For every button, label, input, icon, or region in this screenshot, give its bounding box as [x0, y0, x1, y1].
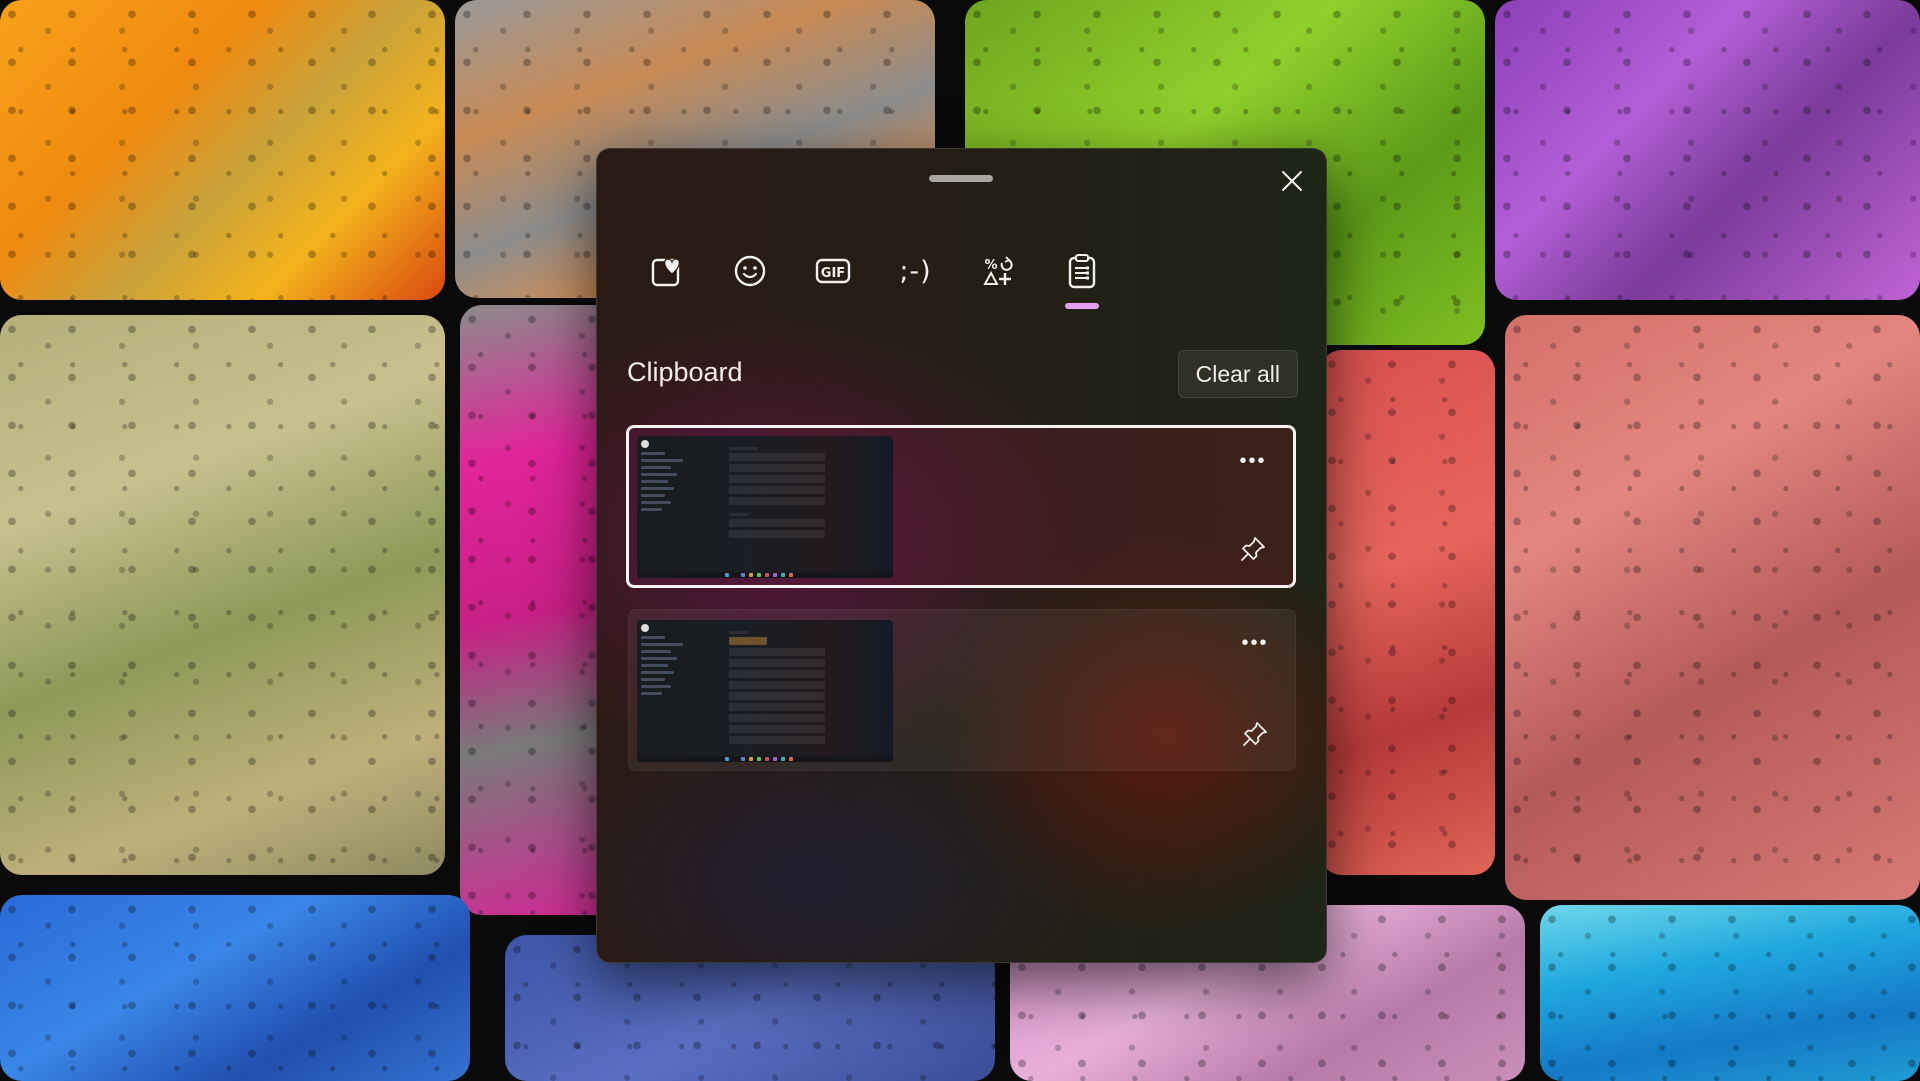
kaomoji-icon: ;-) — [899, 255, 932, 287]
clipboard-icon — [1068, 254, 1095, 289]
active-tab-indicator — [1064, 303, 1099, 309]
symbols-icon: % — [982, 256, 1013, 285]
drag-handle[interactable] — [929, 175, 993, 182]
clipboard-item[interactable]: ••• — [628, 609, 1296, 771]
tab-kaomoji[interactable]: ;-) — [874, 243, 957, 299]
tab-symbols[interactable]: % — [957, 243, 1040, 299]
gif-icon: GIF — [815, 258, 850, 284]
tab-gif[interactable]: GIF — [791, 243, 874, 299]
wallpaper-tile-khaki — [0, 315, 445, 875]
svg-text:GIF: GIF — [820, 266, 844, 281]
close-button[interactable] — [1274, 163, 1310, 199]
wallpaper-tile-purple — [1495, 0, 1920, 300]
wallpaper-tile-blue — [0, 895, 470, 1081]
pin-icon — [1243, 722, 1267, 746]
clipboard-item[interactable]: ••• — [626, 425, 1296, 588]
more-options-button[interactable]: ••• — [1237, 630, 1273, 656]
more-icon: ••• — [1241, 631, 1269, 654]
sticker-heart-icon — [651, 258, 680, 287]
section-title: Clipboard — [627, 357, 743, 387]
pin-button[interactable] — [1237, 716, 1273, 752]
wallpaper-tile-red — [1320, 350, 1495, 875]
wallpaper-tile-cyan — [1540, 905, 1920, 1081]
wallpaper-tile-orange — [0, 0, 445, 300]
clear-all-button[interactable]: Clear all — [1177, 350, 1298, 398]
emoji-clipboard-panel: GIF ;-) % Clipboard Clear all ••• ••• — [596, 148, 1327, 963]
clipboard-item-thumbnail — [637, 620, 893, 762]
clipboard-item-thumbnail — [637, 436, 893, 578]
tab-clipboard[interactable] — [1040, 243, 1123, 309]
wallpaper-tile-pink — [1505, 315, 1920, 900]
more-icon: ••• — [1239, 449, 1267, 472]
category-tabs: GIF ;-) % — [625, 243, 1123, 315]
smiley-icon — [734, 255, 765, 287]
svg-text:%: % — [984, 258, 997, 273]
more-options-button[interactable]: ••• — [1235, 448, 1271, 474]
pin-button[interactable] — [1235, 531, 1271, 567]
close-icon — [1282, 171, 1302, 191]
pin-icon — [1241, 537, 1265, 561]
tab-emoji[interactable] — [708, 243, 791, 299]
tab-stickers[interactable] — [625, 243, 708, 299]
